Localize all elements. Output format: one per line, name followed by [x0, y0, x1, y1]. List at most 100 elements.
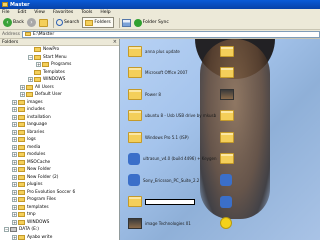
- tree-item[interactable]: NewPro: [0, 46, 119, 54]
- expand-icon[interactable]: +: [12, 129, 17, 135]
- expand-icon[interactable]: +: [12, 144, 17, 150]
- expand-icon[interactable]: +: [12, 167, 17, 173]
- file-item[interactable]: Windows Pro 5.1 (ISP): [128, 127, 223, 147]
- expand-icon[interactable]: +: [20, 84, 25, 90]
- tree-item-label: media: [27, 144, 41, 150]
- tree-item[interactable]: + Programs: [0, 61, 119, 69]
- menu-tools[interactable]: Tools: [81, 10, 92, 15]
- tree-item[interactable]: + New Folder (2): [0, 174, 119, 182]
- file-item[interactable]: anna plus update: [128, 41, 223, 61]
- up-folder-button[interactable]: [38, 17, 48, 28]
- file-item[interactable]: [220, 213, 315, 233]
- menu-edit[interactable]: Edit: [18, 10, 27, 15]
- folders-button[interactable]: Folders: [82, 17, 114, 28]
- file-item[interactable]: [220, 170, 315, 190]
- folder-icon: [220, 67, 234, 78]
- file-item[interactable]: [220, 127, 315, 147]
- file-item[interactable]: Sony_Ericsson_PC_Suite_2.2: [128, 170, 223, 190]
- menu-help[interactable]: Help: [100, 10, 110, 15]
- file-item[interactable]: ultrasun_v4.0 (build 4496) + Keygen: [128, 149, 223, 169]
- views-button[interactable]: [121, 17, 131, 28]
- tree-item[interactable]: + plugins: [0, 181, 119, 189]
- folder-icon: [34, 69, 41, 75]
- expand-icon[interactable]: +: [12, 107, 17, 113]
- expand-icon[interactable]: +: [12, 189, 17, 195]
- file-item[interactable]: Power 8: [128, 84, 223, 104]
- expand-icon[interactable]: +: [20, 92, 25, 98]
- file-item[interactable]: [220, 149, 315, 169]
- tree-item[interactable]: − Start Menu: [0, 54, 119, 62]
- tree-item[interactable]: + media: [0, 144, 119, 152]
- tree-item[interactable]: + tmp: [0, 211, 119, 219]
- file-item[interactable]: [220, 63, 315, 83]
- expand-icon[interactable]: +: [12, 137, 17, 143]
- folders-icon: [85, 19, 94, 26]
- menu-view[interactable]: View: [34, 10, 45, 15]
- expand-icon[interactable]: +: [12, 152, 17, 158]
- tree-item[interactable]: + includes: [0, 106, 119, 114]
- file-item[interactable]: [220, 192, 315, 212]
- file-list-view: anna plus update Microsoft Office 2007 Pow…: [120, 39, 320, 240]
- folders-label: Folders: [94, 20, 111, 25]
- file-item[interactable]: image Technologies 01: [128, 213, 223, 233]
- file-item[interactable]: [220, 84, 315, 104]
- tree-item[interactable]: + logs: [0, 136, 119, 144]
- expand-icon[interactable]: +: [12, 122, 17, 128]
- tree-item[interactable]: + All Users: [0, 84, 119, 92]
- back-button[interactable]: ‹ Back: [3, 17, 24, 28]
- forward-arrow-icon: ›: [26, 18, 36, 27]
- folder-icon: [18, 114, 25, 120]
- menu-favorites[interactable]: Favorites: [53, 10, 73, 15]
- expand-icon[interactable]: +: [28, 77, 33, 83]
- tree-item[interactable]: + installation: [0, 114, 119, 122]
- expand-icon[interactable]: +: [12, 212, 17, 218]
- tree-item[interactable]: + images: [0, 99, 119, 107]
- file-item[interactable]: [220, 106, 315, 126]
- expand-icon[interactable]: +: [12, 197, 17, 203]
- file-item[interactable]: ubuntu 8 - Usb USB drive by mkusb: [128, 106, 223, 126]
- address-bar: Address E:\Master: [0, 30, 320, 39]
- tree-item-label: templates: [27, 204, 49, 210]
- expand-icon[interactable]: +: [12, 174, 17, 180]
- tree-item[interactable]: + New Folder: [0, 166, 119, 174]
- tree-item[interactable]: − DATA (E:): [0, 226, 119, 234]
- expand-icon[interactable]: +: [12, 159, 17, 165]
- search-button[interactable]: Search: [55, 17, 79, 28]
- application-icon: [128, 174, 140, 186]
- file-item[interactable]: [128, 192, 223, 212]
- tree-item[interactable]: Templates: [0, 69, 119, 77]
- folder-icon: [18, 107, 25, 113]
- collapse-icon[interactable]: −: [4, 227, 9, 233]
- folder-sync-button[interactable]: Folder Sync: [133, 17, 169, 28]
- address-input[interactable]: E:\Master: [21, 30, 320, 38]
- close-icon[interactable]: ×: [113, 39, 117, 45]
- tree-item[interactable]: + Pro Evolution Soccer 6: [0, 189, 119, 197]
- tree-item[interactable]: + language: [0, 121, 119, 129]
- expand-icon[interactable]: +: [36, 62, 41, 68]
- tree-item[interactable]: + MSOCache: [0, 159, 119, 167]
- tree-item[interactable]: + Ayabo write: [0, 234, 119, 240]
- expand-icon[interactable]: +: [12, 182, 17, 188]
- expand-icon[interactable]: +: [12, 99, 17, 105]
- folder-icon: [18, 189, 25, 195]
- folder-icon: [18, 159, 25, 165]
- expand-icon[interactable]: +: [12, 114, 17, 120]
- folder-sync-label: Folder Sync: [142, 20, 169, 25]
- tree-item[interactable]: + templates: [0, 204, 119, 212]
- file-item[interactable]: [220, 41, 315, 61]
- tree-item[interactable]: + WINDOWS: [0, 76, 119, 84]
- expand-icon[interactable]: +: [12, 204, 17, 210]
- menu-file[interactable]: File: [2, 10, 10, 15]
- tree-item[interactable]: + Program Files: [0, 196, 119, 204]
- forward-button[interactable]: ›: [26, 17, 36, 28]
- tree-item-label: Programs: [51, 62, 72, 68]
- tree-item[interactable]: + libraries: [0, 129, 119, 137]
- collapse-icon[interactable]: −: [28, 54, 33, 60]
- image-file-icon: [128, 217, 142, 229]
- tree-item[interactable]: + Default User: [0, 91, 119, 99]
- tree-item[interactable]: + WINDOWS: [0, 219, 119, 227]
- expand-icon[interactable]: +: [12, 234, 17, 240]
- file-item[interactable]: Microsoft Office 2007: [128, 63, 223, 83]
- expand-icon[interactable]: +: [12, 219, 17, 225]
- tree-item[interactable]: + modules: [0, 151, 119, 159]
